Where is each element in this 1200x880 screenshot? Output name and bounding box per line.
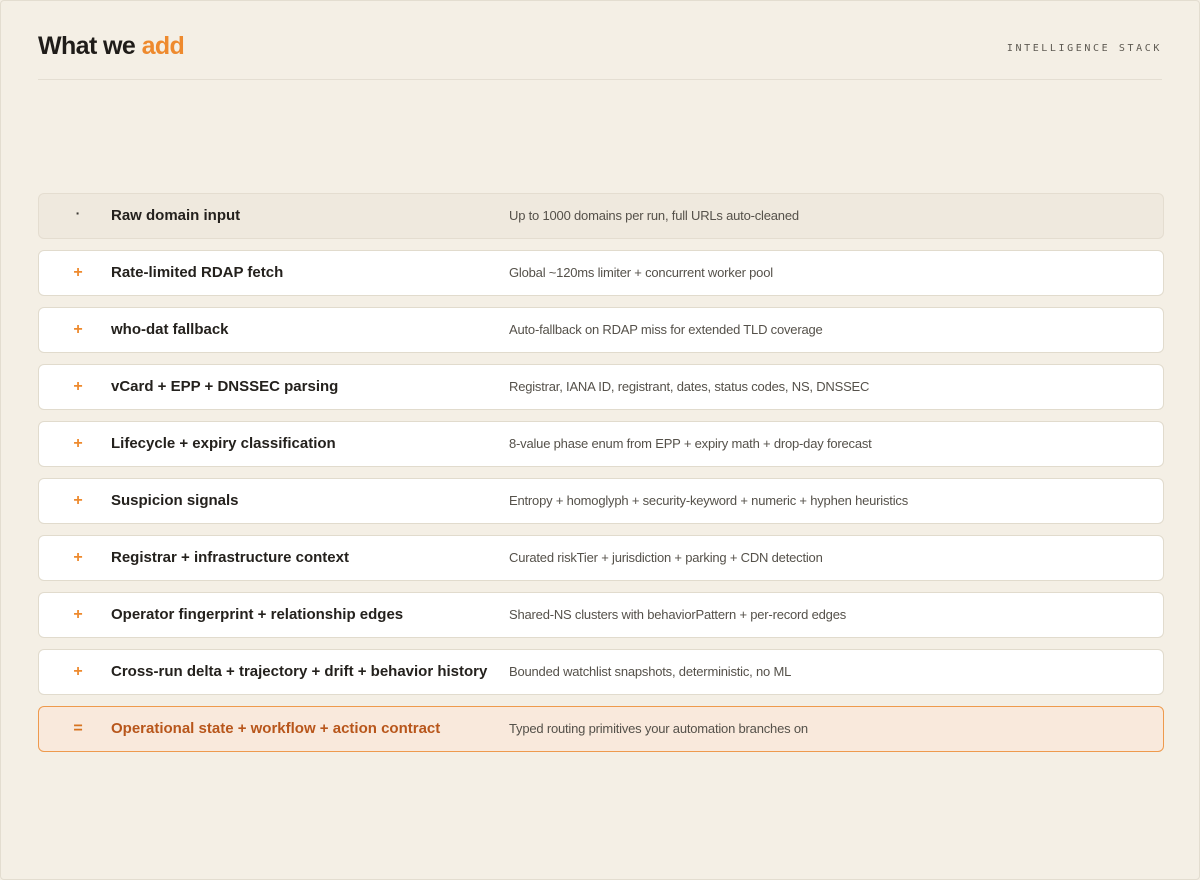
- section-header: What we add INTELLIGENCE STACK: [38, 31, 1162, 80]
- stack-row-raw-domain-input: · Raw domain input Up to 1000 domains pe…: [38, 193, 1164, 239]
- row-label: Registrar + infrastructure context: [111, 549, 349, 566]
- title-accent: add: [141, 32, 185, 60]
- equals-icon: =: [73, 720, 83, 737]
- row-description: Global ~120ms limiter + concurrent worke…: [509, 265, 773, 280]
- stack-row-rdap-fetch: + Rate-limited RDAP fetch Global ~120ms …: [38, 250, 1164, 296]
- plus-icon: +: [73, 606, 83, 623]
- row-label: Suspicion signals: [111, 492, 239, 509]
- row-label: Cross-run delta + trajectory + drift + b…: [111, 663, 488, 680]
- stack-row-cross-run-delta: + Cross-run delta + trajectory + drift +…: [38, 649, 1164, 695]
- stack-row-lifecycle: + Lifecycle + expiry classification 8-va…: [38, 421, 1164, 467]
- row-label: Rate-limited RDAP fetch: [111, 264, 284, 281]
- stack-row-operator-fingerprint: + Operator fingerprint + relationship ed…: [38, 592, 1164, 638]
- row-description: Entropy + homoglyph + security-keyword +…: [509, 493, 908, 508]
- plus-icon: +: [73, 492, 83, 509]
- row-description: Typed routing primitives your automation…: [509, 721, 808, 736]
- plus-icon: +: [73, 378, 83, 395]
- row-description: Curated riskTier + jurisdiction + parkin…: [509, 550, 823, 565]
- page-title: What we add: [38, 31, 185, 61]
- row-description: Shared-NS clusters with behaviorPattern …: [509, 607, 847, 622]
- stack-row-operational-state: = Operational state + workflow + action …: [38, 706, 1164, 752]
- stack-row-parsing: + vCard + EPP + DNSSEC parsing Registrar…: [38, 364, 1164, 410]
- intelligence-stack-list: · Raw domain input Up to 1000 domains pe…: [38, 193, 1164, 763]
- plus-icon: +: [73, 663, 83, 680]
- row-label: Operational state + workflow + action co…: [111, 720, 441, 737]
- row-description: Up to 1000 domains per run, full URLs au…: [509, 208, 799, 223]
- row-label: Raw domain input: [111, 207, 241, 224]
- stack-row-registrar-context: + Registrar + infrastructure context Cur…: [38, 535, 1164, 581]
- row-description: Auto-fallback on RDAP miss for extended …: [509, 322, 823, 337]
- row-description: 8-value phase enum from EPP + expiry mat…: [509, 436, 872, 451]
- plus-icon: +: [73, 264, 83, 281]
- page-frame: What we add INTELLIGENCE STACK · Raw dom…: [0, 0, 1200, 880]
- stack-row-who-dat-fallback: + who-dat fallback Auto-fallback on RDAP…: [38, 307, 1164, 353]
- row-label: who-dat fallback: [111, 321, 229, 338]
- row-label: Operator fingerprint + relationship edge…: [111, 606, 404, 623]
- row-label: Lifecycle + expiry classification: [111, 435, 336, 452]
- dot-marker-icon: ·: [75, 205, 81, 221]
- plus-icon: +: [73, 321, 83, 338]
- plus-icon: +: [73, 435, 83, 452]
- row-label: vCard + EPP + DNSSEC parsing: [111, 378, 339, 395]
- row-description: Bounded watchlist snapshots, determinist…: [509, 664, 792, 679]
- title-text: What we: [38, 32, 136, 60]
- section-eyebrow: INTELLIGENCE STACK: [1006, 43, 1162, 54]
- plus-icon: +: [73, 549, 83, 566]
- row-description: Registrar, IANA ID, registrant, dates, s…: [509, 379, 870, 394]
- stack-row-suspicion-signals: + Suspicion signals Entropy + homoglyph …: [38, 478, 1164, 524]
